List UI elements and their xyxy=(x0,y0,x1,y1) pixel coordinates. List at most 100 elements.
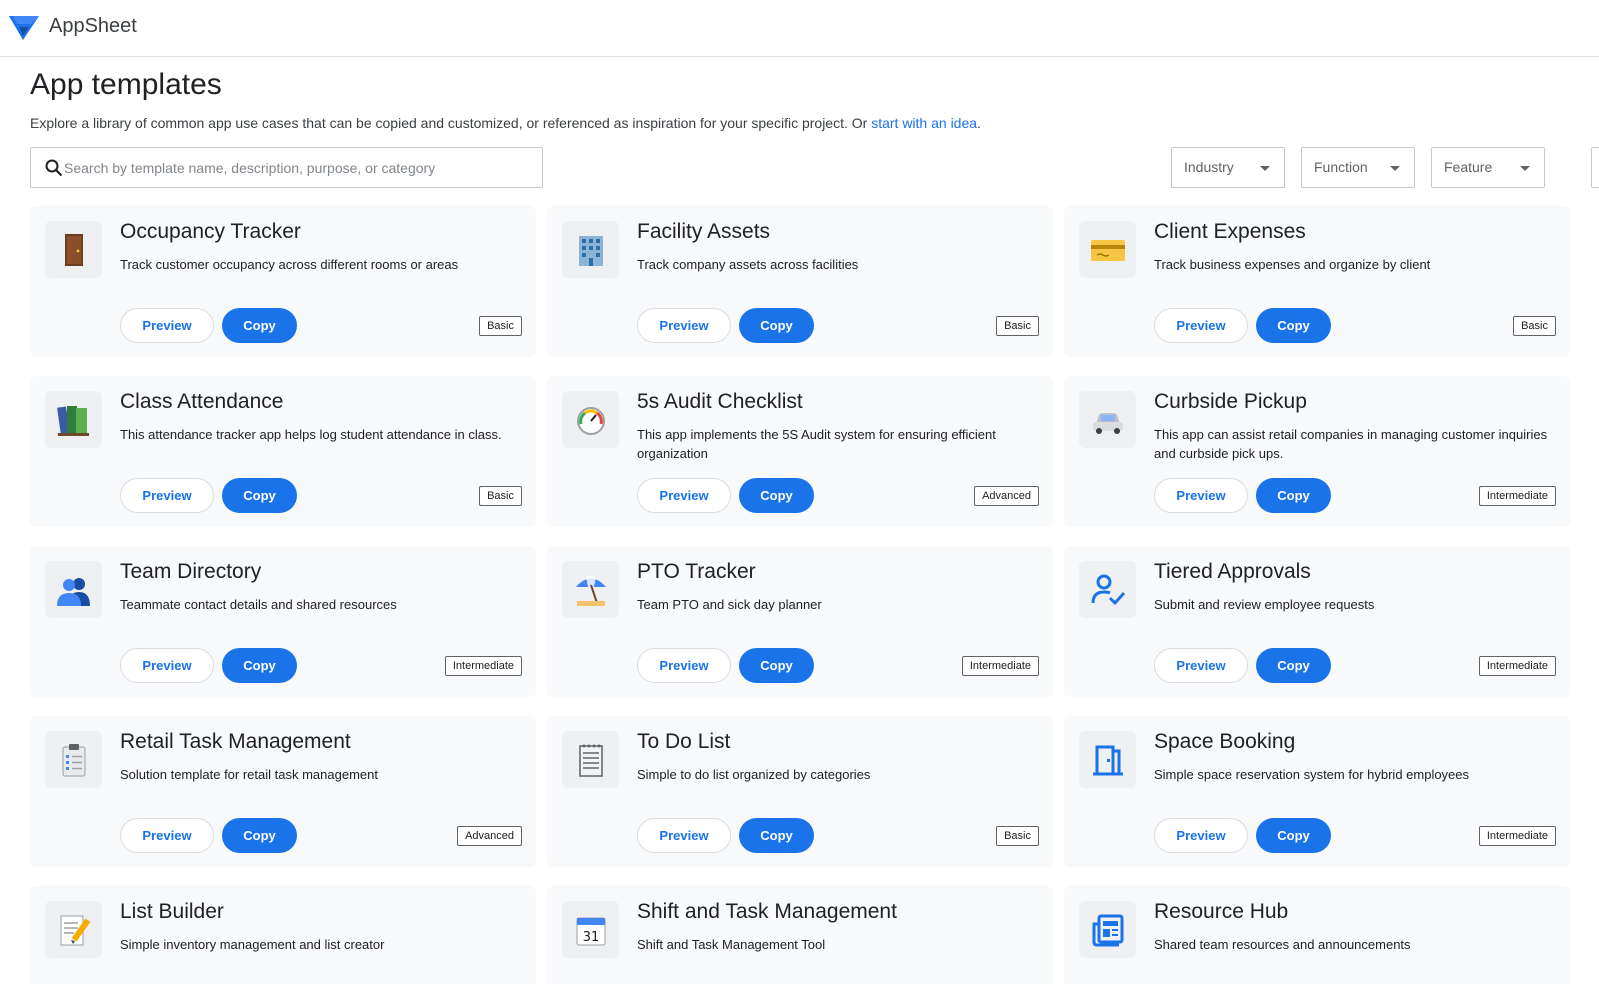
start-with-idea-link[interactable]: start with an idea xyxy=(871,115,977,131)
template-title[interactable]: 5s Audit Checklist xyxy=(637,390,803,414)
template-card[interactable]: Team Directory Teammate contact details a… xyxy=(30,546,536,697)
clipboard-icon xyxy=(62,743,85,776)
template-title[interactable]: Space Booking xyxy=(1154,730,1295,754)
gauge-icon xyxy=(576,406,605,435)
search-input[interactable] xyxy=(64,149,534,186)
filter-label: Feature xyxy=(1444,159,1493,175)
level-badge: Intermediate xyxy=(961,656,1039,676)
template-card[interactable]: PTO Tracker Team PTO and sick day planner… xyxy=(547,546,1053,697)
copy-button[interactable]: Copy xyxy=(1256,648,1331,683)
copy-button[interactable]: Copy xyxy=(222,648,297,683)
template-card[interactable]: Class Attendance This attendance tracker … xyxy=(30,376,536,527)
template-title[interactable]: PTO Tracker xyxy=(637,560,756,584)
level-badge: Intermediate xyxy=(1478,826,1556,846)
preview-button[interactable]: Preview xyxy=(1154,478,1248,513)
template-card[interactable]: Curbside Pickup This app can assist retai… xyxy=(1064,376,1570,527)
template-card[interactable]: Tiered Approvals Submit and review employ… xyxy=(1064,546,1570,697)
newspaper-icon xyxy=(1092,914,1123,946)
copy-button[interactable]: Copy xyxy=(1256,478,1331,513)
credit-card-icon xyxy=(1090,239,1125,261)
copy-button[interactable]: Copy xyxy=(739,648,814,683)
brand-name[interactable]: AppSheet xyxy=(49,15,137,38)
dropdown-caret-icon xyxy=(1260,166,1270,171)
template-title[interactable]: Retail Task Management xyxy=(120,730,351,754)
template-card[interactable]: Resource Hub Shared team resources and an… xyxy=(1064,886,1570,984)
template-card[interactable]: Occupancy Tracker Track customer occupanc… xyxy=(30,206,536,357)
template-title[interactable]: Tiered Approvals xyxy=(1154,560,1311,584)
level-badge: Intermediate xyxy=(444,656,522,676)
preview-button[interactable]: Preview xyxy=(120,818,214,853)
subtitle-text: Explore a library of common app use case… xyxy=(30,115,872,131)
preview-button[interactable]: Preview xyxy=(637,648,731,683)
template-icon-tile xyxy=(1079,391,1136,448)
filter-label: Industry xyxy=(1184,159,1234,175)
template-card[interactable]: 31 Shift and Task Management Shift and Tas… xyxy=(547,886,1053,984)
memo-pencil-icon xyxy=(60,915,90,945)
subtitle-end: . xyxy=(977,115,981,131)
preview-button[interactable]: Preview xyxy=(637,818,731,853)
template-description: This app implements the 5S Audit system … xyxy=(637,427,996,461)
level-badge: Basic xyxy=(996,826,1039,846)
template-title[interactable]: Resource Hub xyxy=(1154,900,1288,924)
template-card[interactable]: Facility Assets Track company assets acro… xyxy=(547,206,1053,357)
template-icon-tile xyxy=(1079,561,1136,618)
template-card[interactable]: Space Booking Simple space reservation sy… xyxy=(1064,716,1570,867)
template-icon-tile xyxy=(45,561,102,618)
copy-button[interactable]: Copy xyxy=(1256,308,1331,343)
template-title[interactable]: To Do List xyxy=(637,730,730,754)
template-title[interactable]: List Builder xyxy=(120,900,224,924)
level-badge: Advanced xyxy=(457,826,522,846)
template-icon-tile xyxy=(45,391,102,448)
preview-button[interactable]: Preview xyxy=(120,308,214,343)
template-icon-tile xyxy=(562,561,619,618)
template-title[interactable]: Shift and Task Management xyxy=(637,900,897,924)
function-filter[interactable]: Function xyxy=(1301,147,1415,188)
template-icon-tile xyxy=(1079,221,1136,278)
preview-button[interactable]: Preview xyxy=(120,478,214,513)
copy-button[interactable]: Copy xyxy=(739,818,814,853)
level-badge: Basic xyxy=(479,316,522,336)
copy-button[interactable]: Copy xyxy=(739,308,814,343)
preview-button[interactable]: Preview xyxy=(637,308,731,343)
preview-button[interactable]: Preview xyxy=(1154,648,1248,683)
industry-filter[interactable]: Industry xyxy=(1171,147,1285,188)
appsheet-logo-icon[interactable] xyxy=(9,14,39,40)
template-card[interactable]: Client Expenses Track business expenses a… xyxy=(1064,206,1570,357)
template-card[interactable]: To Do List Simple to do list organized by… xyxy=(547,716,1053,867)
template-title[interactable]: Curbside Pickup xyxy=(1154,390,1307,414)
dropdown-caret-icon xyxy=(1390,166,1400,171)
template-card[interactable]: List Builder Simple inventory management … xyxy=(30,886,536,984)
template-icon-tile xyxy=(45,731,102,788)
template-title[interactable]: Client Expenses xyxy=(1154,220,1306,244)
search-box xyxy=(30,147,543,188)
top-bar: AppSheet xyxy=(0,0,1599,57)
filter-label: Function xyxy=(1314,159,1368,175)
template-description: Track company assets across facilities xyxy=(637,257,859,272)
feature-filter[interactable]: Feature xyxy=(1431,147,1545,188)
preview-button[interactable]: Preview xyxy=(120,648,214,683)
template-card[interactable]: Retail Task Management Solution template … xyxy=(30,716,536,867)
dropdown-caret-icon xyxy=(1520,166,1530,171)
template-grid: Occupancy Tracker Track customer occupanc… xyxy=(30,206,1599,984)
beach-umbrella-icon xyxy=(575,575,606,606)
template-title[interactable]: Class Attendance xyxy=(120,390,283,414)
template-title[interactable]: Team Directory xyxy=(120,560,261,584)
preview-button[interactable]: Preview xyxy=(1154,308,1248,343)
more-filter-edge[interactable] xyxy=(1591,147,1599,188)
notepad-icon xyxy=(578,744,603,777)
template-description: Shared team resources and announcements xyxy=(1154,937,1411,952)
preview-button[interactable]: Preview xyxy=(1154,818,1248,853)
template-icon-tile xyxy=(562,221,619,278)
copy-button[interactable]: Copy xyxy=(222,478,297,513)
copy-button[interactable]: Copy xyxy=(222,818,297,853)
template-title[interactable]: Occupancy Tracker xyxy=(120,220,301,244)
copy-button[interactable]: Copy xyxy=(222,308,297,343)
template-icon-tile xyxy=(562,731,619,788)
copy-button[interactable]: Copy xyxy=(739,478,814,513)
template-icon-tile: 31 xyxy=(562,901,619,958)
copy-button[interactable]: Copy xyxy=(1256,818,1331,853)
template-description: This attendance tracker app helps log st… xyxy=(120,427,502,442)
preview-button[interactable]: Preview xyxy=(637,478,731,513)
template-card[interactable]: 5s Audit Checklist This app implements th… xyxy=(547,376,1053,527)
template-title[interactable]: Facility Assets xyxy=(637,220,770,244)
